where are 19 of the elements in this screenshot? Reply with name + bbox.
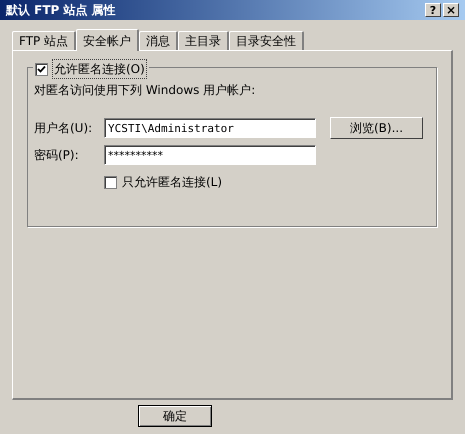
checkbox[interactable] bbox=[104, 176, 117, 188]
checkbox[interactable] bbox=[35, 62, 48, 76]
checkbox-label: 允许匿名连接(O) bbox=[52, 59, 147, 79]
browse-button[interactable]: 浏览(B)... bbox=[330, 117, 423, 139]
tab[interactable]: 安全帐户 bbox=[76, 29, 140, 51]
description-text: 对匿名访问使用下列 Windows 用户帐户: bbox=[34, 82, 256, 99]
username-field[interactable]: YCSTI\Administrator bbox=[104, 118, 316, 138]
tab[interactable]: 主目录 bbox=[178, 31, 230, 50]
tab[interactable]: FTP 站点 bbox=[12, 31, 76, 50]
checkbox-label: 只允许匿名连接(L) bbox=[122, 174, 222, 191]
field-label: 用户名(U): bbox=[34, 120, 94, 137]
window-title: 默认 FTP 站点 属性 bbox=[6, 2, 117, 19]
tab[interactable]: 消息 bbox=[139, 31, 178, 50]
ok-button[interactable]: 确定 bbox=[138, 405, 212, 427]
help-button[interactable]: ? bbox=[425, 3, 441, 17]
field-label: 密码(P): bbox=[34, 147, 80, 164]
tab[interactable]: 目录安全性 bbox=[229, 31, 304, 50]
password-field[interactable]: ********** bbox=[104, 145, 316, 165]
close-button[interactable]: × bbox=[443, 3, 459, 17]
